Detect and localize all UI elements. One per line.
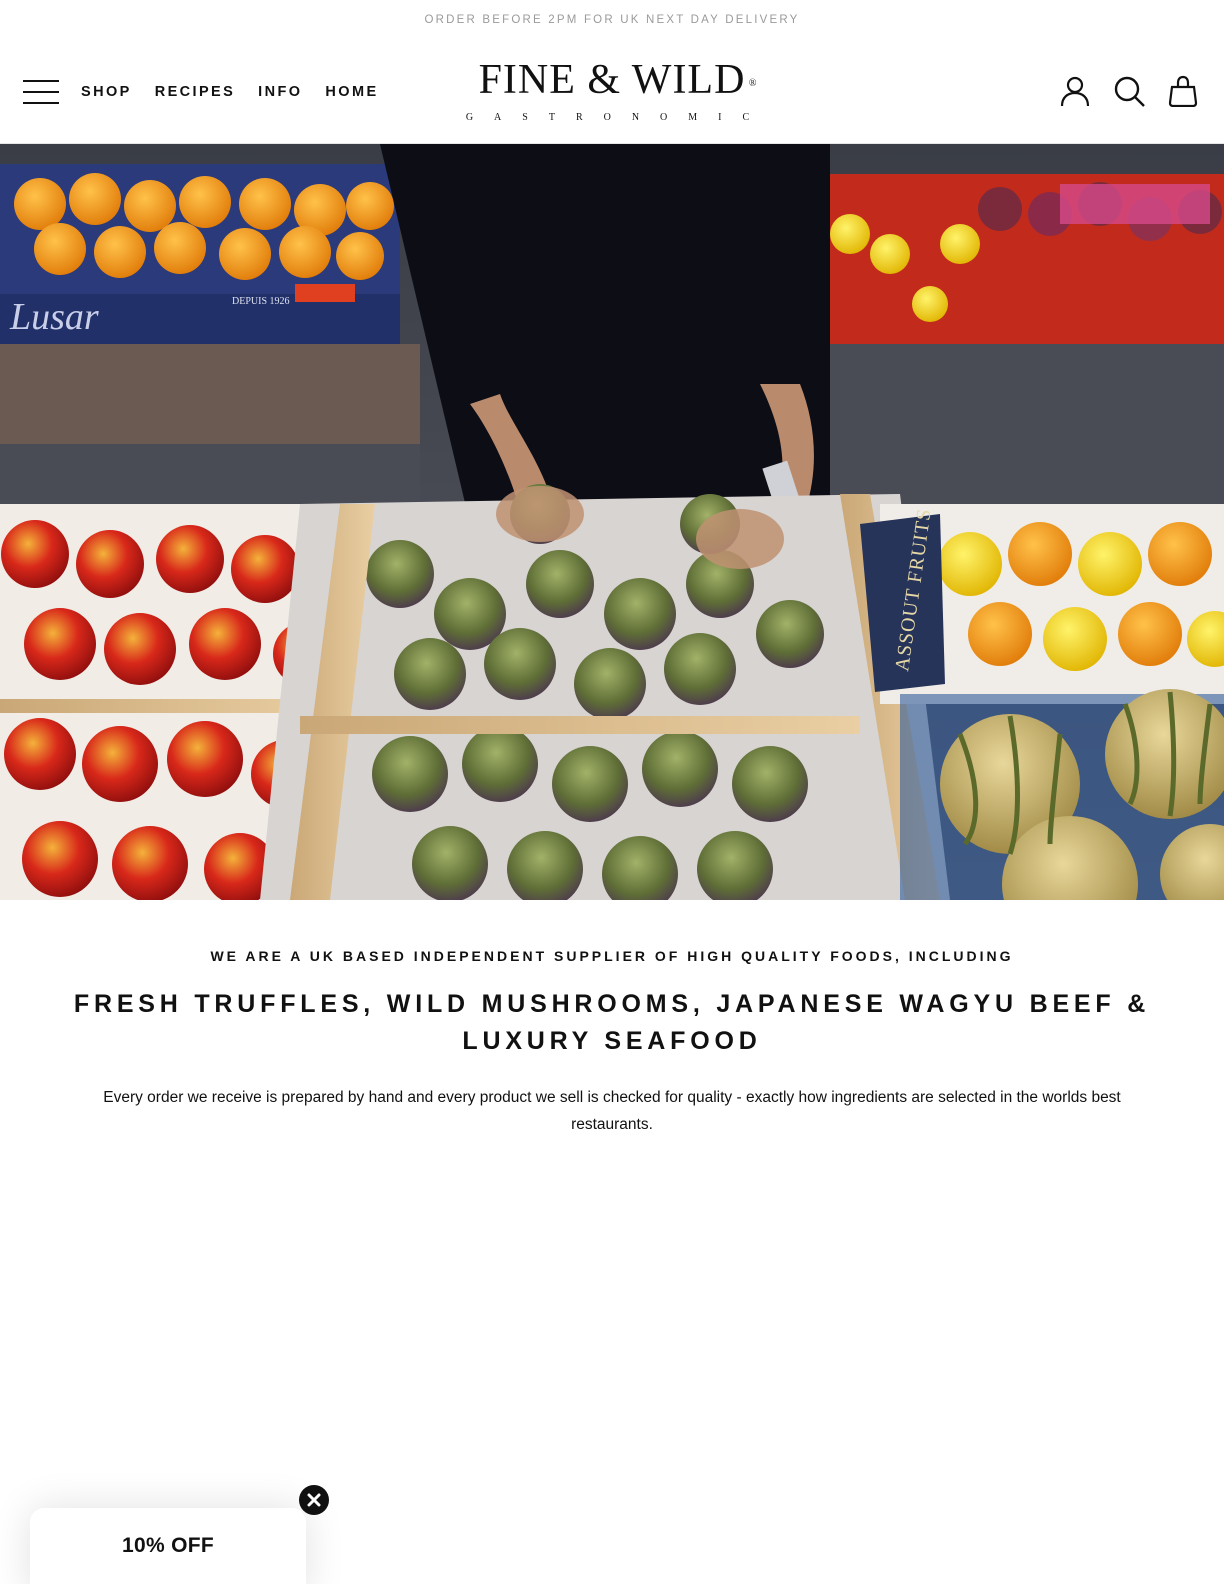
produce-photo: Lusar DEPUIS 1926 ASSOUT FRUITS <box>0 144 1224 900</box>
site-logo[interactable]: FINE & WILD ® GASTRONOMIC <box>452 54 772 134</box>
crate-brand-text: Lusar <box>9 296 99 338</box>
discount-label: 10% OFF <box>122 1534 214 1557</box>
announcement-text: ORDER BEFORE 2PM FOR UK NEXT DAY DELIVER… <box>424 14 800 26</box>
nav-shop[interactable]: SHOP <box>81 84 132 100</box>
header-icons <box>1058 74 1200 108</box>
intro-headline: FRESH TRUFFLES, WILD MUSHROOMS, JAPANESE… <box>73 990 1151 1055</box>
crate-year-text: DEPUIS 1926 <box>232 296 290 307</box>
intro-kicker: WE ARE A UK BASED INDEPENDENT SUPPLIER O… <box>210 948 1014 964</box>
discount-popup-button[interactable]: 10% OFF <box>30 1508 306 1584</box>
announcement-bar: ORDER BEFORE 2PM FOR UK NEXT DAY DELIVER… <box>0 0 1224 40</box>
nav-recipes[interactable]: RECIPES <box>155 84 235 100</box>
logo-tagline: GASTRONOMIC <box>465 112 771 123</box>
search-icon[interactable] <box>1112 74 1146 108</box>
nav-info[interactable]: INFO <box>258 84 302 100</box>
close-icon[interactable] <box>299 1485 329 1515</box>
intro-body: Every order we receive is prepared by ha… <box>103 1089 1121 1133</box>
intro-section: WE ARE A UK BASED INDEPENDENT SUPPLIER O… <box>0 900 1224 1138</box>
hamburger-menu-icon[interactable] <box>23 80 59 106</box>
cart-icon[interactable] <box>1166 74 1200 108</box>
account-icon[interactable] <box>1058 74 1092 108</box>
registered-mark: ® <box>748 78 758 89</box>
main-nav: SHOP RECIPES INFO HOME <box>81 84 379 100</box>
hero-image: Lusar DEPUIS 1926 ASSOUT FRUITS <box>0 144 1224 900</box>
nav-home[interactable]: HOME <box>325 84 378 100</box>
logo-wordmark: FINE & WILD <box>478 57 746 103</box>
site-header: SHOP RECIPES INFO HOME FINE & WILD ® GAS… <box>0 40 1224 144</box>
